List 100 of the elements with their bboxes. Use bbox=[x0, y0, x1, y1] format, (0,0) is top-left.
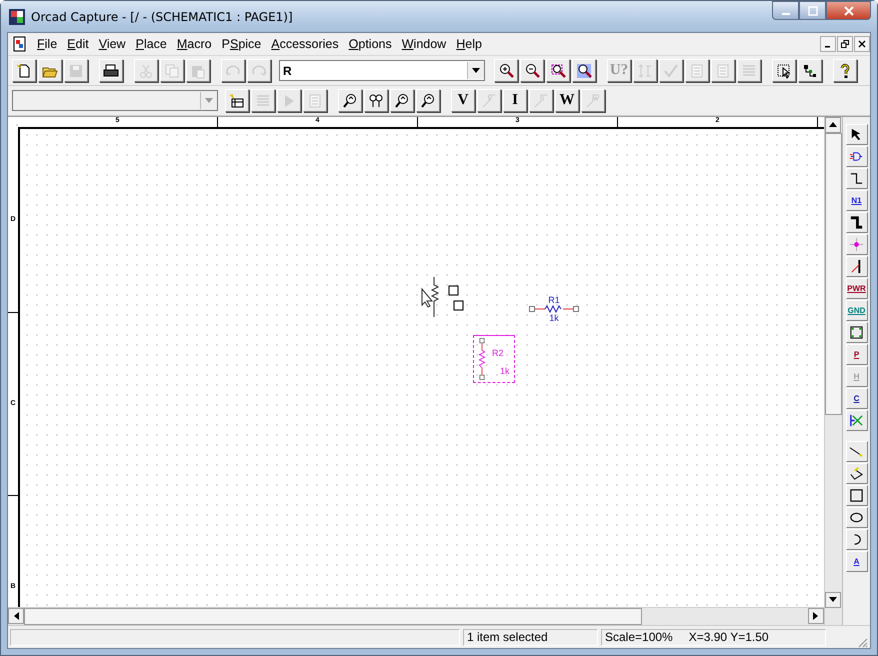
menu-item[interactable]: File bbox=[32, 37, 62, 51]
part-combo-box[interactable]: R bbox=[279, 60, 485, 81]
scissors-icon bbox=[138, 62, 154, 78]
minimize-button[interactable] bbox=[820, 36, 836, 52]
status-text: Scale=100% bbox=[605, 630, 673, 644]
palette-button[interactable] bbox=[846, 463, 868, 484]
maximize-icon bbox=[808, 6, 818, 16]
marker-icon bbox=[533, 92, 549, 108]
redo-icon bbox=[251, 62, 267, 78]
toolbar-button[interactable] bbox=[546, 59, 570, 82]
toolbar-button[interactable] bbox=[225, 89, 249, 112]
select-area-icon bbox=[776, 62, 792, 78]
reference-label: R2 bbox=[492, 348, 505, 358]
toolbar-button[interactable] bbox=[12, 59, 36, 82]
new-page-icon bbox=[16, 62, 32, 78]
vertical-scrollbar[interactable] bbox=[824, 117, 842, 625]
palette-button[interactable]: GND bbox=[846, 300, 868, 321]
palette-button[interactable]: PWR bbox=[846, 278, 868, 299]
palette-button[interactable]: C bbox=[846, 388, 868, 409]
menu-item[interactable]: Accessories bbox=[266, 37, 344, 51]
menu-item[interactable]: Window bbox=[396, 37, 452, 51]
left-arrow-icon[interactable] bbox=[13, 612, 19, 620]
palette-button[interactable] bbox=[846, 212, 868, 233]
zoom-out-icon bbox=[524, 62, 540, 78]
scroll-thumb[interactable] bbox=[24, 608, 642, 625]
toolbar-button[interactable] bbox=[833, 59, 857, 82]
bus-icon bbox=[849, 215, 864, 230]
palette-button[interactable]: A bbox=[846, 551, 868, 572]
palette-button[interactable] bbox=[846, 146, 868, 167]
toolbar-button[interactable]: I bbox=[503, 89, 527, 112]
menu-item[interactable]: Help bbox=[451, 37, 487, 51]
minimize-icon bbox=[782, 12, 790, 14]
rectangle-icon bbox=[849, 488, 864, 503]
menu-item[interactable]: Options bbox=[344, 37, 397, 51]
scroll-thumb[interactable] bbox=[825, 133, 842, 415]
palette-button[interactable]: N1 bbox=[846, 190, 868, 211]
list-icon bbox=[741, 62, 757, 78]
toolbar-button[interactable]: V bbox=[451, 89, 475, 112]
right-arrow-icon[interactable] bbox=[813, 612, 819, 620]
window-title: Orcad Capture - [/ - (SCHEMATIC1 : PAGE1)] bbox=[31, 10, 294, 24]
menu-item[interactable]: View bbox=[94, 37, 131, 51]
toolbar-button[interactable] bbox=[416, 89, 440, 112]
probe-icon bbox=[342, 92, 358, 108]
horizontal-scrollbar[interactable] bbox=[8, 607, 824, 625]
up-arrow-icon[interactable] bbox=[829, 122, 837, 128]
palette-button[interactable] bbox=[846, 322, 868, 343]
toolbar-button[interactable] bbox=[572, 59, 596, 82]
caret-icon[interactable] bbox=[472, 68, 480, 73]
toolbar-button[interactable] bbox=[798, 59, 822, 82]
no-connect-icon bbox=[849, 413, 864, 428]
palette-button[interactable]: P bbox=[846, 344, 868, 365]
palette-button[interactable] bbox=[846, 256, 868, 277]
value-label: 1k bbox=[549, 313, 559, 323]
marker-icon bbox=[481, 92, 497, 108]
resize-grip-icon[interactable] bbox=[856, 636, 868, 648]
palette-button[interactable] bbox=[846, 168, 868, 189]
zoom-in-icon bbox=[498, 62, 514, 78]
toolbar-button[interactable] bbox=[520, 59, 544, 82]
hierarchy-icon bbox=[802, 62, 818, 78]
menu-item[interactable]: Edit bbox=[62, 37, 94, 51]
resistor[interactable]: R1 1k bbox=[529, 295, 579, 323]
resistor[interactable]: R2 1k bbox=[473, 335, 515, 383]
app-icon bbox=[9, 8, 25, 24]
status-text: 1 item selected bbox=[463, 628, 598, 646]
resistor-symbol bbox=[529, 305, 579, 313]
close-button[interactable] bbox=[854, 36, 870, 52]
palette-button[interactable] bbox=[846, 441, 868, 462]
wire-icon bbox=[849, 171, 864, 186]
toolbar-button[interactable] bbox=[364, 89, 388, 112]
zoom-fit-icon bbox=[576, 62, 592, 78]
maximize-button[interactable] bbox=[799, 1, 826, 20]
menu-item[interactable]: PSpice bbox=[216, 37, 266, 51]
restore-button[interactable] bbox=[837, 36, 853, 52]
menu-item[interactable]: Macro bbox=[172, 37, 217, 51]
document-icon bbox=[307, 92, 323, 108]
toolbar-button[interactable] bbox=[494, 59, 518, 82]
close-icon bbox=[844, 6, 854, 16]
polyline-icon bbox=[849, 466, 864, 481]
down-arrow-icon[interactable] bbox=[829, 597, 837, 603]
new-part-icon bbox=[229, 92, 245, 108]
probe-icon bbox=[394, 92, 410, 108]
toolbar-button[interactable] bbox=[772, 59, 796, 82]
resistor-symbol bbox=[478, 338, 486, 380]
palette-button[interactable] bbox=[846, 410, 868, 431]
menu-item[interactable]: Place bbox=[130, 37, 172, 51]
document-icon bbox=[689, 62, 705, 78]
reference-label: R1 bbox=[548, 295, 560, 305]
document-icon bbox=[715, 62, 731, 78]
block-icon bbox=[849, 325, 864, 340]
toolbar-button[interactable] bbox=[99, 59, 123, 82]
marker-icon bbox=[585, 92, 601, 108]
palette-button[interactable] bbox=[846, 485, 868, 506]
arrows-icon bbox=[637, 62, 653, 78]
palette-button[interactable] bbox=[846, 507, 868, 528]
toolbar-button[interactable] bbox=[338, 89, 362, 112]
document-icon[interactable] bbox=[12, 36, 28, 52]
toolbar-button[interactable] bbox=[390, 89, 414, 112]
palette-button[interactable] bbox=[846, 529, 868, 550]
toolbar-button[interactable]: W bbox=[555, 89, 579, 112]
palette-button[interactable] bbox=[846, 124, 868, 145]
